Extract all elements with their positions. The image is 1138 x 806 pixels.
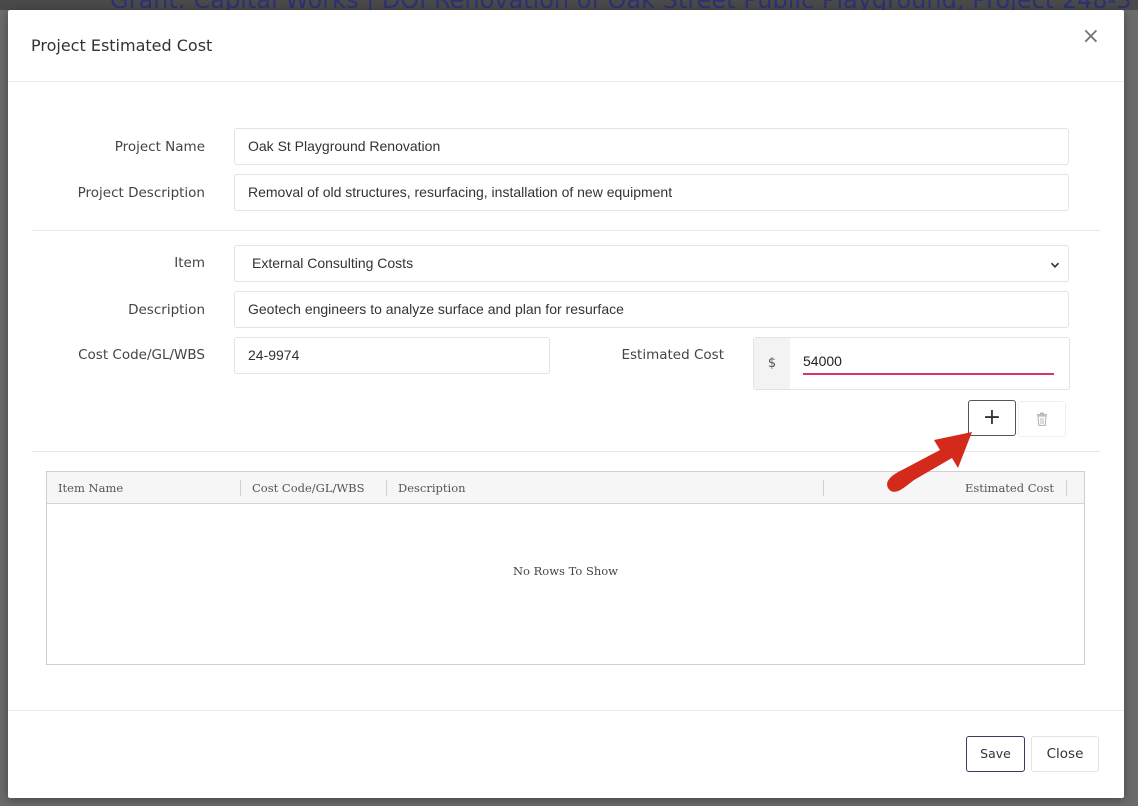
project-description-label: Project Description <box>77 185 205 201</box>
save-button[interactable]: Save <box>966 736 1025 772</box>
estimated-cost-label: Estimated Cost <box>621 347 724 363</box>
trash-icon <box>1036 410 1048 427</box>
cost-code-label: Cost Code/GL/WBS <box>78 347 205 363</box>
grid-empty-message: No Rows To Show <box>512 564 619 578</box>
estimated-cost-group: $ 54000 <box>753 337 1070 390</box>
project-name-field[interactable]: Oak St Playground Renovation <box>234 128 1069 165</box>
column-separator[interactable] <box>1066 480 1067 496</box>
cost-code-field[interactable]: 24-9974 <box>234 337 550 374</box>
item-select[interactable]: External Consulting Costs <box>234 245 1069 282</box>
description-label: Description <box>128 302 205 318</box>
plus-icon: + <box>982 405 1002 430</box>
project-name-label: Project Name <box>114 139 205 155</box>
chevron-down-icon <box>1050 246 1060 281</box>
delete-item-button[interactable] <box>1018 401 1066 437</box>
column-separator[interactable] <box>240 480 241 496</box>
item-select-value: External Consulting Costs <box>252 255 414 271</box>
column-separator[interactable] <box>823 480 824 496</box>
estimated-cost-modal: Project Estimated Cost × Project Name Oa… <box>8 10 1124 798</box>
annotation-arrow-icon <box>887 432 972 492</box>
column-header-cost-code[interactable]: Cost Code/GL/WBS <box>252 472 365 504</box>
column-separator[interactable] <box>386 480 387 496</box>
item-label: Item <box>174 255 205 271</box>
estimated-cost-input[interactable]: 54000 <box>803 351 1054 375</box>
project-description-field[interactable]: Removal of old structures, resurfacing, … <box>234 174 1069 211</box>
footer-divider <box>8 710 1124 711</box>
description-field[interactable]: Geotech engineers to analyze surface and… <box>234 291 1069 328</box>
modal-title: Project Estimated Cost <box>31 36 213 55</box>
modal-header: Project Estimated Cost × <box>8 10 1124 82</box>
currency-prefix: $ <box>754 338 790 389</box>
section-divider <box>32 230 1100 231</box>
column-header-description[interactable]: Description <box>398 472 466 504</box>
column-header-item-name[interactable]: Item Name <box>58 472 123 504</box>
close-button[interactable]: Close <box>1031 736 1099 772</box>
close-icon[interactable]: × <box>1082 24 1100 49</box>
